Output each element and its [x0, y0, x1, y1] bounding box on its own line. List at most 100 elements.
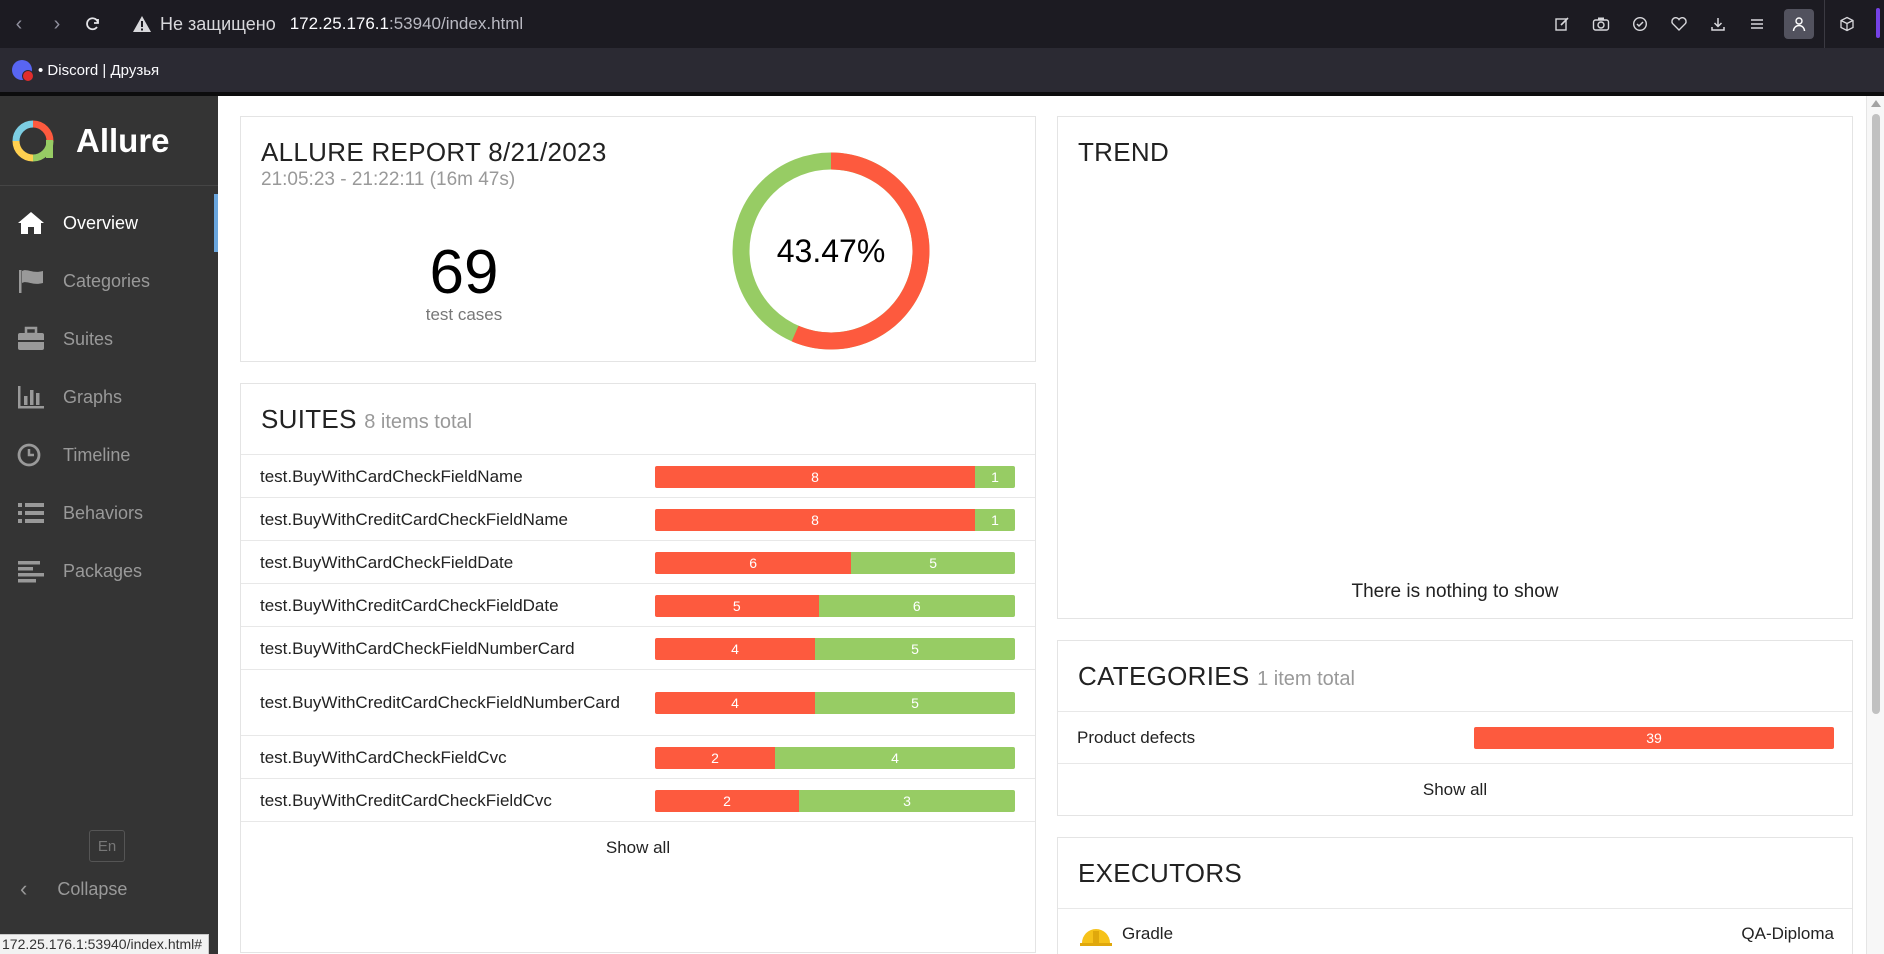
forward-button[interactable]: › [44, 11, 70, 37]
suite-status-bar: 23 [655, 789, 1015, 812]
sidebar-item-categories[interactable]: Categories [0, 252, 218, 310]
scrollbar-thumb[interactable] [1872, 114, 1880, 714]
suite-row[interactable]: test.BuyWithCardCheckFieldCvc 2 4 [241, 735, 1035, 778]
suite-row[interactable]: test.BuyWithCardCheckFieldName 8 1 [241, 454, 1035, 497]
executor-row[interactable]: Gradle QA-Diploma [1058, 908, 1852, 954]
sidebar-accent [1876, 8, 1880, 38]
suite-row[interactable]: test.BuyWithCardCheckFieldDate 6 5 [241, 540, 1035, 583]
trend-empty-message: There is nothing to show [1351, 581, 1559, 602]
status-bar-url: 172.25.176.1:53940/index.html# [0, 934, 210, 954]
briefcase-icon [18, 326, 44, 350]
suite-failed-segment: 4 [655, 637, 815, 660]
suite-failed-segment: 8 [655, 465, 975, 488]
flag-icon [19, 270, 43, 293]
suite-status-bar: 45 [655, 637, 1015, 660]
suite-status-bar: 24 [655, 746, 1015, 769]
reload-icon [86, 17, 99, 31]
language-button[interactable]: En [89, 830, 125, 862]
report-title: ALLURE REPORT 8/21/2023 [261, 137, 607, 167]
executors-widget: EXECUTORS Gradle QA-Diploma [1057, 837, 1853, 954]
sidebar-item-label: Suites [63, 328, 114, 349]
bookmark-discord[interactable]: • Discord | Друзья [38, 62, 159, 79]
align-left-icon [18, 561, 44, 583]
sidebar: Allure Overview Categories Suites Graphs… [0, 96, 218, 954]
edit-icon[interactable] [1550, 10, 1574, 38]
suite-name: test.BuyWithCreditCardCheckFieldNumberCa… [260, 693, 620, 712]
suite-passed-segment: 5 [814, 692, 1015, 714]
suite-passed-segment: 1 [974, 465, 1015, 488]
suite-failed-segment: 2 [655, 789, 799, 812]
menu-lines-icon[interactable] [1745, 10, 1769, 38]
cube-icon[interactable] [1835, 10, 1859, 38]
executor-report[interactable]: QA-Diploma [1741, 924, 1834, 944]
suite-passed-segment: 4 [775, 746, 1015, 769]
suite-passed-segment: 3 [799, 789, 1015, 812]
categories-widget: CATEGORIES 1 item total Product defects … [1057, 640, 1853, 816]
suite-name: test.BuyWithCardCheckFieldCvc [260, 747, 507, 767]
scroll-up-icon[interactable] [1871, 100, 1881, 107]
categories-count: 1 item total [1257, 668, 1355, 690]
sidebar-item-label: Packages [63, 560, 143, 581]
suite-name: test.BuyWithCardCheckFieldDate [260, 552, 514, 572]
suite-row[interactable]: test.BuyWithCreditCardCheckFieldCvc 2 3 [241, 778, 1035, 821]
sidebar-item-label: Graphs [63, 386, 123, 407]
suite-failed-segment: 2 [655, 746, 775, 769]
categories-show-all[interactable]: Show all [1058, 763, 1852, 815]
sidebar-item-graphs[interactable]: Graphs [0, 368, 218, 426]
suite-status-bar: 45 [655, 692, 1015, 714]
suite-failed-segment: 6 [655, 551, 852, 574]
executor-name: Gradle [1122, 923, 1174, 943]
suite-status-bar: 81 [655, 465, 1015, 488]
brand[interactable]: Allure [0, 96, 218, 186]
suite-name: test.BuyWithCreditCardCheckFieldCvc [260, 790, 552, 810]
sidebar-item-timeline[interactable]: Timeline [0, 426, 218, 484]
back-button[interactable]: ‹ [6, 11, 32, 37]
suite-row[interactable]: test.BuyWithCreditCardCheckFieldName 8 1 [241, 497, 1035, 540]
test-case-count: 69 [429, 238, 499, 307]
allure-logo-icon [12, 120, 54, 161]
suite-row[interactable]: test.BuyWithCreditCardCheckFieldNumberCa… [241, 669, 1035, 735]
summary-widget: ALLURE REPORT 8/21/2023 21:05:23 - 21:22… [240, 116, 1036, 362]
sidebar-item-behaviors[interactable]: Behaviors [0, 484, 218, 542]
sidebar-item-label: Timeline [63, 444, 131, 465]
suite-failed-segment: 4 [655, 692, 815, 714]
suite-passed-segment: 6 [818, 594, 1015, 617]
suite-name: test.BuyWithCreditCardCheckFieldName [260, 509, 568, 529]
category-row[interactable]: Product defects 39 [1058, 711, 1852, 763]
suites-count: 8 items total [364, 411, 473, 433]
suite-name: test.BuyWithCreditCardCheckFieldDate [260, 595, 559, 615]
clock-icon [17, 443, 41, 467]
category-bar: 39 [1474, 726, 1834, 749]
sidebar-item-packages[interactable]: Packages [0, 542, 218, 600]
suites-title: SUITES 8 items total [261, 404, 473, 434]
reload-button[interactable] [80, 11, 106, 37]
sidebar-item-label: Overview [63, 212, 139, 233]
shield-check-icon[interactable] [1628, 10, 1652, 38]
heart-icon[interactable] [1667, 10, 1691, 38]
sidebar-item-suites[interactable]: Suites [0, 310, 218, 368]
suite-row[interactable]: test.BuyWithCreditCardCheckFieldDate 5 6 [241, 583, 1035, 626]
extensions-area [1824, 0, 1884, 48]
category-failed-segment: 39 [1474, 726, 1834, 749]
collapse-button[interactable]: ‹ Collapse [20, 876, 127, 902]
address-bar[interactable]: Не защищено 172.25.176.1:53940/index.htm… [132, 7, 523, 41]
download-icon[interactable] [1706, 10, 1730, 38]
insecure-label: Не защищено [160, 13, 276, 34]
suite-name: test.BuyWithCardCheckFieldNumberCard [260, 638, 575, 658]
list-icon [18, 503, 44, 523]
suite-name: test.BuyWithCardCheckFieldName [260, 466, 523, 486]
bookmarks-bar: • Discord | Друзья [0, 48, 1884, 92]
suite-row[interactable]: test.BuyWithCardCheckFieldNumberCard 4 5 [241, 626, 1035, 669]
suite-passed-segment: 5 [851, 551, 1015, 574]
suite-status-bar: 65 [655, 551, 1015, 574]
suite-failed-segment: 5 [655, 594, 819, 617]
page-scrollbar[interactable] [1866, 96, 1884, 954]
collapse-label: Collapse [57, 878, 128, 899]
suites-show-all[interactable]: Show all [241, 821, 1035, 873]
sidebar-item-overview[interactable]: Overview [0, 194, 218, 252]
suites-widget: SUITES 8 items total test.BuyWithCardChe… [240, 383, 1036, 953]
camera-icon[interactable] [1589, 10, 1613, 38]
profile-icon[interactable] [1784, 9, 1814, 39]
warning-icon [133, 16, 151, 32]
url-path: :53940/index.html [388, 14, 524, 33]
